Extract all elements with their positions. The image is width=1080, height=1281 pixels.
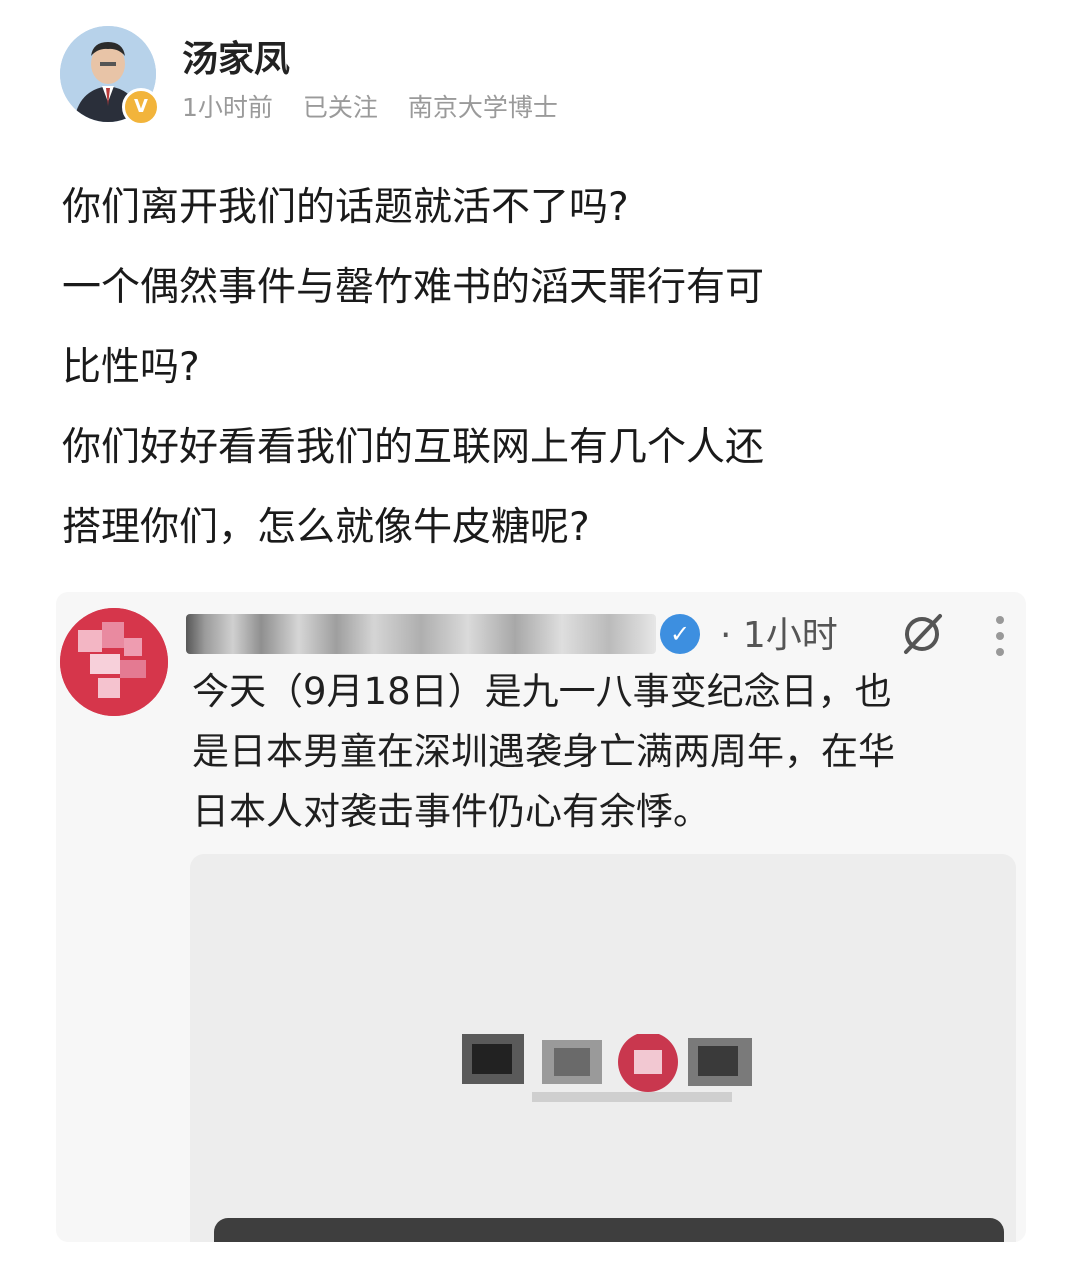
quoted-line: 今天（9月18日）是九一八事变纪念日，也 bbox=[192, 670, 892, 713]
quoted-line: 日本人对袭击事件仍心有余悸。 bbox=[192, 790, 710, 833]
author-meta: 1小时前 已关注 南京大学博士 bbox=[182, 88, 580, 124]
quoted-text: 今天（9月18日）是九一八事变纪念日，也 是日本男童在深圳遇袭身亡满两周年，在华… bbox=[192, 662, 1012, 842]
post-line: 一个偶然事件与罄竹难书的滔天罪行有可 bbox=[62, 265, 765, 310]
post-body: 你们离开我们的话题就活不了吗? 一个偶然事件与罄竹难书的滔天罪行有可 比性吗? … bbox=[62, 168, 1022, 568]
more-vertical-icon[interactable] bbox=[992, 614, 1008, 658]
check-badge-icon: ✓ bbox=[660, 614, 700, 654]
quoted-avatar[interactable] bbox=[60, 608, 168, 716]
post-line: 你们离开我们的话题就活不了吗? bbox=[62, 185, 629, 230]
verified-v-badge: V bbox=[122, 88, 160, 126]
post-time: 1小时前 bbox=[182, 93, 273, 122]
post-line: 你们好好看看我们的互联网上有几个人还 bbox=[62, 425, 765, 470]
author-name[interactable]: 汤家凤 bbox=[182, 30, 290, 82]
quoted-media[interactable] bbox=[190, 854, 1016, 1242]
quoted-time: · 1小时 bbox=[720, 615, 838, 656]
hidden-slash-icon[interactable] bbox=[898, 610, 946, 658]
media-caption-bar bbox=[214, 1218, 1004, 1242]
post-line: 搭理你们，怎么就像牛皮糖呢? bbox=[62, 505, 590, 550]
pixelated-logo bbox=[60, 608, 168, 716]
quoted-author-name-blurred[interactable] bbox=[186, 614, 656, 654]
author-title: 南京大学博士 bbox=[407, 93, 558, 122]
quoted-post-card[interactable]: ✓ · 1小时 今天（9月18日）是九一八事变纪念日，也 是日本男童在深圳遇袭身… bbox=[56, 592, 1026, 1242]
follow-status[interactable]: 已关注 bbox=[303, 93, 378, 122]
post-line: 比性吗? bbox=[62, 345, 200, 390]
blurred-media-text bbox=[462, 1034, 752, 1102]
quoted-line: 是日本男童在深圳遇袭身亡满两周年，在华 bbox=[192, 730, 895, 773]
